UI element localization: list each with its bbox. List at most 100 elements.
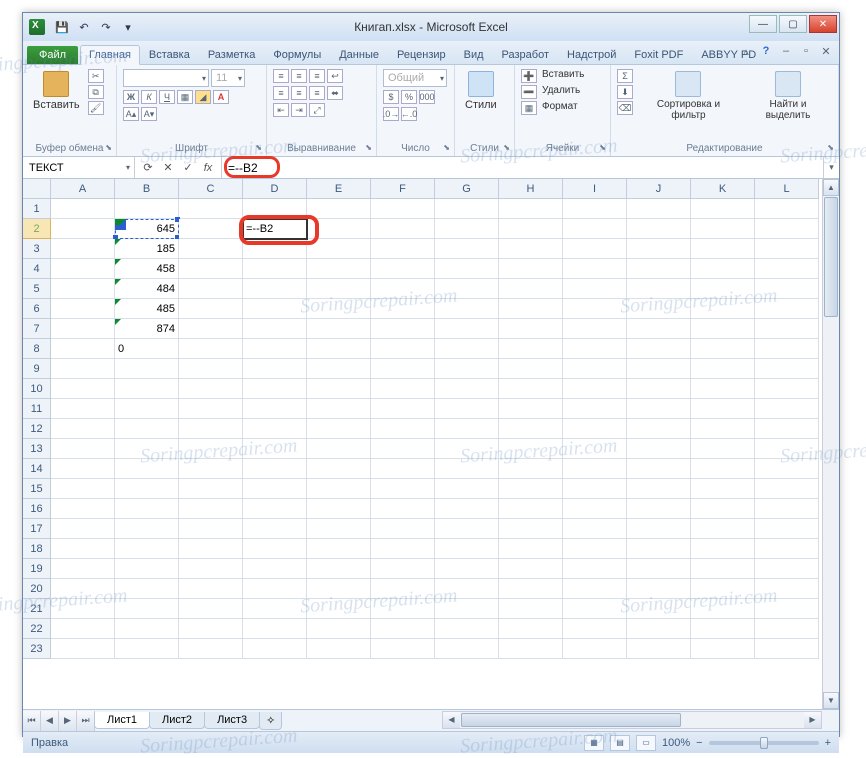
sheet-nav-last[interactable]: ⏭ — [77, 711, 95, 731]
cell-B4[interactable]: 458 — [115, 259, 179, 279]
cell-L12[interactable] — [755, 419, 819, 439]
cell-A11[interactable] — [51, 399, 115, 419]
cell-J22[interactable] — [627, 619, 691, 639]
minimize-ribbon-icon[interactable]: ▵ — [739, 44, 753, 58]
qat-dropdown-icon[interactable]: ▾ — [119, 18, 137, 36]
cell-B16[interactable] — [115, 499, 179, 519]
cell-K15[interactable] — [691, 479, 755, 499]
cell-E20[interactable] — [307, 579, 371, 599]
cell-L22[interactable] — [755, 619, 819, 639]
cell-B20[interactable] — [115, 579, 179, 599]
row-header-20[interactable]: 20 — [23, 579, 51, 599]
cell-F23[interactable] — [371, 639, 435, 659]
cell-L10[interactable] — [755, 379, 819, 399]
cell-F6[interactable] — [371, 299, 435, 319]
cell-L7[interactable] — [755, 319, 819, 339]
cell-F22[interactable] — [371, 619, 435, 639]
cell-L6[interactable] — [755, 299, 819, 319]
row-header-8[interactable]: 8 — [23, 339, 51, 359]
cell-E13[interactable] — [307, 439, 371, 459]
cell-B18[interactable] — [115, 539, 179, 559]
cell-B5[interactable]: 484 — [115, 279, 179, 299]
cell-D21[interactable] — [243, 599, 307, 619]
cell-B11[interactable] — [115, 399, 179, 419]
column-header-A[interactable]: A — [51, 179, 115, 199]
column-header-D[interactable]: D — [243, 179, 307, 199]
cell-H22[interactable] — [499, 619, 563, 639]
cell-L23[interactable] — [755, 639, 819, 659]
cell-G1[interactable] — [435, 199, 499, 219]
cell-G9[interactable] — [435, 359, 499, 379]
currency-icon[interactable]: $ — [383, 90, 399, 104]
cell-A19[interactable] — [51, 559, 115, 579]
cell-J23[interactable] — [627, 639, 691, 659]
row-header-13[interactable]: 13 — [23, 439, 51, 459]
cell-G2[interactable] — [435, 219, 499, 239]
normal-view-icon[interactable]: ▦ — [584, 735, 604, 751]
cell-G13[interactable] — [435, 439, 499, 459]
scroll-left-icon[interactable]: ◀ — [443, 712, 460, 728]
cell-I14[interactable] — [563, 459, 627, 479]
cell-F21[interactable] — [371, 599, 435, 619]
cell-F12[interactable] — [371, 419, 435, 439]
cell-H7[interactable] — [499, 319, 563, 339]
doc-minimize-icon[interactable]: – — [779, 44, 793, 58]
cell-D13[interactable] — [243, 439, 307, 459]
formula-input[interactable] — [222, 161, 823, 175]
cell-I5[interactable] — [563, 279, 627, 299]
save-button[interactable]: 💾 — [53, 18, 71, 36]
cell-H16[interactable] — [499, 499, 563, 519]
horizontal-scrollbar[interactable]: ◀ ▶ — [442, 711, 822, 729]
cell-B17[interactable] — [115, 519, 179, 539]
cell-D23[interactable] — [243, 639, 307, 659]
close-button[interactable]: ✕ — [809, 15, 837, 33]
cell-B19[interactable] — [115, 559, 179, 579]
cell-H17[interactable] — [499, 519, 563, 539]
cell-F7[interactable] — [371, 319, 435, 339]
tab-insert[interactable]: Вставка — [140, 45, 199, 64]
cell-F10[interactable] — [371, 379, 435, 399]
cell-L4[interactable] — [755, 259, 819, 279]
cell-C8[interactable] — [179, 339, 243, 359]
cell-H2[interactable] — [499, 219, 563, 239]
cell-J8[interactable] — [627, 339, 691, 359]
page-break-view-icon[interactable]: ▭ — [636, 735, 656, 751]
cell-C19[interactable] — [179, 559, 243, 579]
cell-D5[interactable] — [243, 279, 307, 299]
tab-foxit[interactable]: Foxit PDF — [625, 45, 692, 64]
new-sheet-button[interactable]: ✧ — [259, 712, 282, 730]
cell-E18[interactable] — [307, 539, 371, 559]
cell-L17[interactable] — [755, 519, 819, 539]
cell-H13[interactable] — [499, 439, 563, 459]
cell-J10[interactable] — [627, 379, 691, 399]
cell-E12[interactable] — [307, 419, 371, 439]
cell-C20[interactable] — [179, 579, 243, 599]
cell-A21[interactable] — [51, 599, 115, 619]
cell-B15[interactable] — [115, 479, 179, 499]
cell-A8[interactable] — [51, 339, 115, 359]
cell-J3[interactable] — [627, 239, 691, 259]
cell-H9[interactable] — [499, 359, 563, 379]
cell-D3[interactable] — [243, 239, 307, 259]
cell-B9[interactable] — [115, 359, 179, 379]
row-header-16[interactable]: 16 — [23, 499, 51, 519]
cell-I1[interactable] — [563, 199, 627, 219]
cell-E14[interactable] — [307, 459, 371, 479]
row-header-6[interactable]: 6 — [23, 299, 51, 319]
cell-F14[interactable] — [371, 459, 435, 479]
cell-G18[interactable] — [435, 539, 499, 559]
cell-K12[interactable] — [691, 419, 755, 439]
cell-F20[interactable] — [371, 579, 435, 599]
cell-J6[interactable] — [627, 299, 691, 319]
column-header-I[interactable]: I — [563, 179, 627, 199]
cell-B10[interactable] — [115, 379, 179, 399]
cell-A17[interactable] — [51, 519, 115, 539]
cell-L18[interactable] — [755, 539, 819, 559]
cell-G20[interactable] — [435, 579, 499, 599]
cell-C13[interactable] — [179, 439, 243, 459]
find-select-button[interactable]: Найти и выделить — [744, 69, 832, 123]
cell-I4[interactable] — [563, 259, 627, 279]
align-mid-icon[interactable]: ≡ — [291, 69, 307, 83]
zoom-slider[interactable] — [709, 741, 819, 745]
align-left-icon[interactable]: ≡ — [273, 86, 289, 100]
